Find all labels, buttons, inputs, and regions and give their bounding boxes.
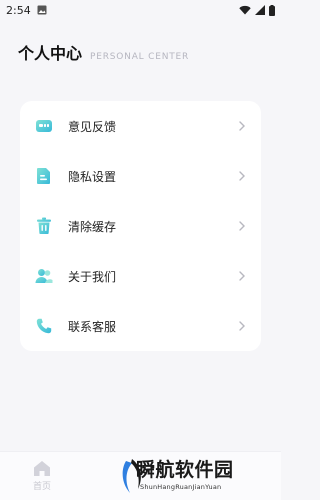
watermark-text: 瞬航软件园: [136, 459, 234, 481]
battery-icon: [269, 4, 275, 16]
home-icon: [34, 461, 50, 476]
page-header: 个人中心 PERSONAL CENTER: [18, 40, 189, 64]
users-icon: [34, 266, 54, 286]
page-subtitle: PERSONAL CENTER: [90, 52, 190, 62]
chevron-right-icon: [237, 221, 247, 231]
menu-item-label: 意见反馈: [68, 119, 117, 134]
menu-card: 意见反馈 隐私设置 清除缓存 关于我们 联系客服: [20, 101, 261, 351]
status-time: 2:54: [6, 3, 31, 17]
status-right: [239, 4, 275, 16]
menu-item-clear-cache[interactable]: 清除缓存: [20, 201, 261, 251]
page-title: 个人中心: [18, 44, 83, 63]
menu-item-about-us[interactable]: 关于我们: [20, 251, 261, 301]
menu-item-privacy[interactable]: 隐私设置: [20, 151, 261, 201]
signal-icon: [255, 5, 265, 15]
menu-item-label: 隐私设置: [68, 169, 117, 184]
menu-item-label: 清除缓存: [68, 219, 117, 234]
trash-icon: [34, 216, 54, 236]
feedback-icon: [34, 116, 54, 136]
chevron-right-icon: [237, 121, 247, 131]
image-icon: [37, 5, 47, 15]
phone-icon: [34, 316, 54, 336]
watermark: 瞬航软件园 ShunHangRuanJianYuan: [118, 455, 278, 497]
status-bar: 2:54: [0, 0, 281, 20]
watermark-subtext: ShunHangRuanJianYuan: [140, 483, 222, 491]
chevron-right-icon: [237, 171, 247, 181]
menu-item-feedback[interactable]: 意见反馈: [20, 101, 261, 151]
wifi-icon: [239, 5, 251, 15]
chevron-right-icon: [237, 321, 247, 331]
chevron-right-icon: [237, 271, 247, 281]
privacy-icon: [34, 166, 54, 186]
tab-home[interactable]: 首页: [33, 460, 51, 492]
menu-item-contact-support[interactable]: 联系客服: [20, 301, 261, 351]
menu-item-label: 关于我们: [68, 269, 117, 284]
menu-item-label: 联系客服: [68, 319, 117, 334]
status-left: 2:54: [6, 4, 47, 17]
tab-home-label: 首页: [33, 482, 52, 492]
